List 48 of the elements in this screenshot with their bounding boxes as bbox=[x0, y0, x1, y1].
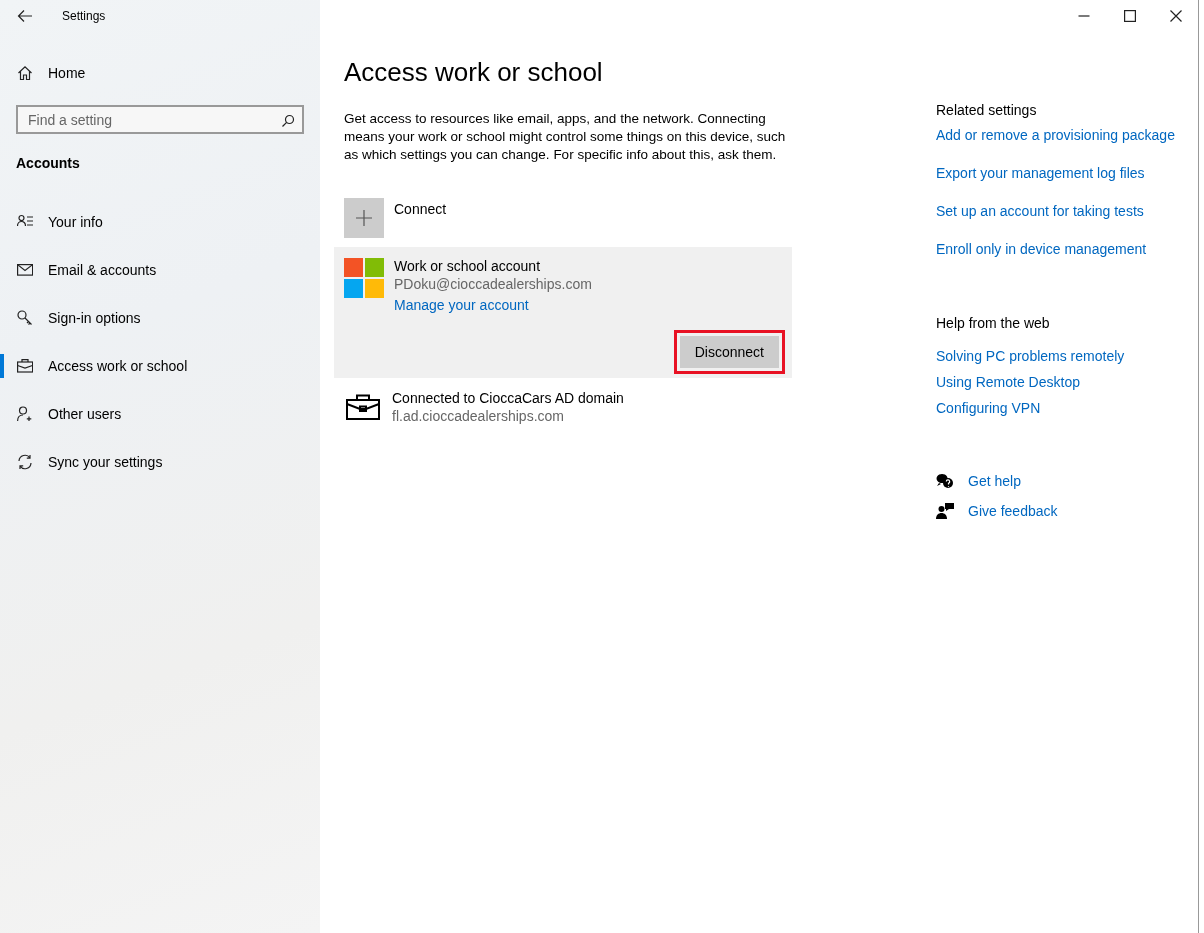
manage-account-link[interactable]: Manage your account bbox=[394, 297, 592, 313]
connect-button[interactable]: Connect bbox=[344, 198, 802, 238]
help-link[interactable]: Using Remote Desktop bbox=[936, 374, 1175, 390]
related-settings-link[interactable]: Enroll only in device management bbox=[936, 241, 1175, 257]
briefcase-icon bbox=[17, 358, 33, 374]
nav-item[interactable]: Sign-in options bbox=[0, 306, 320, 330]
page-title: Access work or school bbox=[344, 56, 604, 89]
person-feedback-icon bbox=[936, 503, 954, 519]
help-link[interactable]: Configuring VPN bbox=[936, 400, 1175, 416]
back-arrow-icon[interactable] bbox=[17, 9, 33, 23]
related-settings-link[interactable]: Export your management log files bbox=[936, 165, 1175, 181]
chat-question-icon bbox=[936, 473, 954, 489]
nav-item[interactable]: Email & accounts bbox=[0, 258, 320, 282]
window-title: Settings bbox=[62, 9, 106, 23]
disconnect-button[interactable]: Disconnect bbox=[679, 336, 779, 368]
four-squares-logo-icon bbox=[344, 258, 384, 298]
envelope-icon bbox=[17, 262, 33, 278]
account-card[interactable]: Work or school account PDoku@cioccadealerships.com Manage your account Disconnect bbox=[334, 247, 792, 378]
related-settings-link[interactable]: Set up an account for taking tests bbox=[936, 203, 1175, 219]
person-add-icon bbox=[17, 406, 33, 422]
selection-indicator bbox=[0, 354, 4, 378]
close-icon[interactable] bbox=[1170, 10, 1182, 22]
account-row[interactable]: Connected to CioccaCars AD domain fl.ad.cioccadealerships.com bbox=[334, 380, 792, 432]
nav-item[interactable]: Access work or school bbox=[0, 354, 320, 378]
account-detail: PDoku@cioccadealerships.com bbox=[394, 276, 592, 292]
maximize-icon[interactable] bbox=[1124, 10, 1136, 22]
key-icon bbox=[17, 310, 33, 326]
feedback-link[interactable]: Give feedback bbox=[968, 503, 1058, 519]
search-field[interactable]: Find a setting bbox=[16, 105, 304, 134]
section-heading: Help from the web bbox=[936, 315, 1051, 331]
account-detail: fl.ad.cioccadealerships.com bbox=[392, 408, 565, 424]
description-text: Get access to resources like email, apps, and the network. Connecting means your work or school might control some things on this device, such as which settings you can change. For specific info about this, ask them. bbox=[344, 110, 787, 164]
sync-icon bbox=[17, 454, 33, 470]
section-heading: Accounts bbox=[16, 155, 81, 171]
section-heading: Related settings bbox=[936, 102, 1038, 118]
nav-item[interactable]: Your info bbox=[0, 210, 320, 234]
account-title: Connected to CioccaCars AD domain bbox=[392, 390, 624, 406]
home-icon bbox=[17, 65, 33, 81]
account-title: Work or school account bbox=[394, 258, 542, 274]
home-nav-item[interactable]: Home bbox=[0, 61, 320, 85]
nav-item[interactable]: Sync your settings bbox=[0, 450, 320, 474]
help-link[interactable]: Solving PC problems remotely bbox=[936, 348, 1175, 364]
related-settings-link[interactable]: Add or remove a provisioning package bbox=[936, 127, 1175, 143]
plus-icon bbox=[356, 210, 372, 226]
search-icon bbox=[281, 114, 295, 128]
nav-item[interactable]: Other users bbox=[0, 402, 320, 426]
get-help-link[interactable]: Get help bbox=[968, 473, 1021, 489]
briefcase-icon bbox=[346, 394, 380, 420]
